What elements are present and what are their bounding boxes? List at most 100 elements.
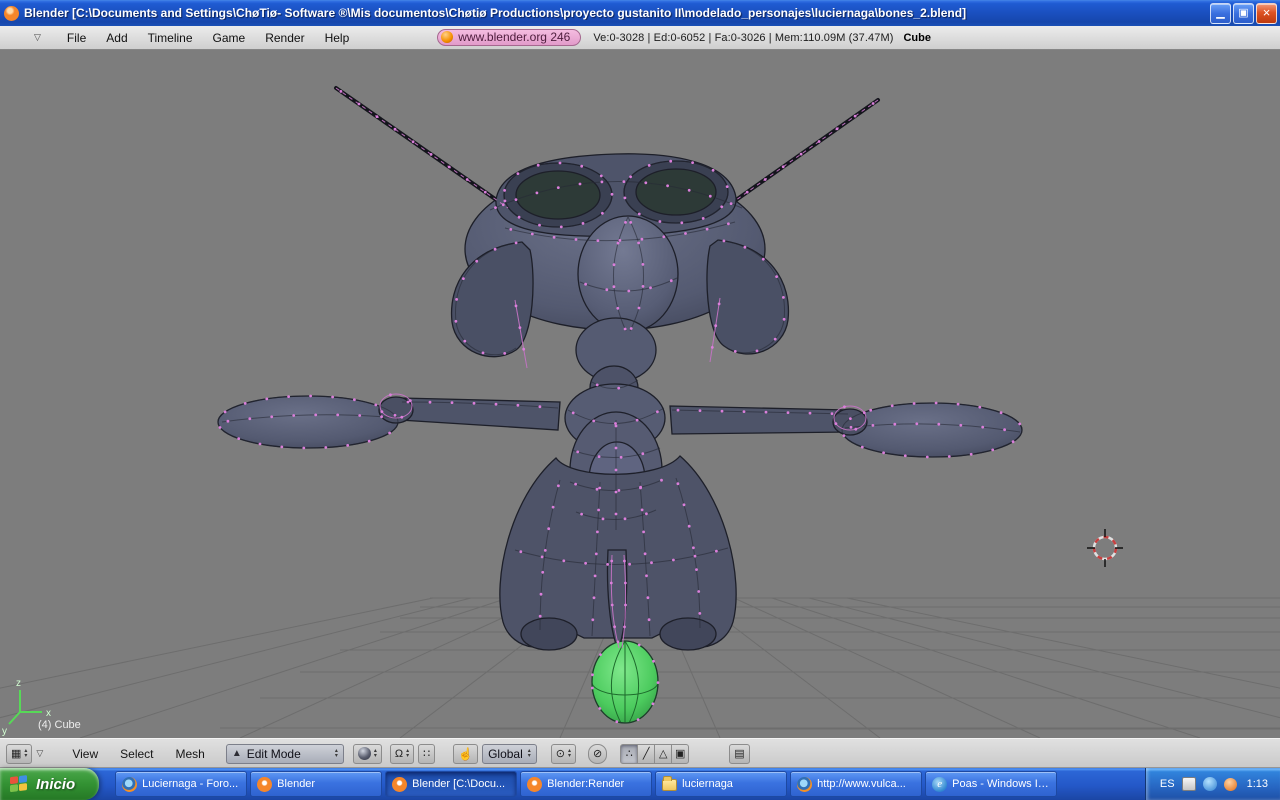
viewport-canvas: z x y (4) Cube <box>0 86 1280 738</box>
vertex-select-button[interactable]: ∴ <box>620 743 639 764</box>
blender-logo-icon <box>441 31 454 43</box>
taskbar-task-blender[interactable]: Blender <box>250 771 383 797</box>
axis-z-label: z <box>16 678 21 689</box>
menu-help[interactable]: Help <box>315 31 360 45</box>
blender-app-icon <box>4 5 19 21</box>
circle-widget-icon: ⊙ <box>555 748 565 760</box>
maximize-button[interactable]: ▣ <box>1233 2 1254 24</box>
update-tray-icon[interactable] <box>1223 777 1237 791</box>
proportional-edit-button[interactable]: Ω ▴ ▾ <box>389 743 415 764</box>
display-tray-icon[interactable] <box>1181 777 1196 791</box>
axis-x-label: x <box>46 708 51 719</box>
occlude-icon: ▣ <box>675 748 686 760</box>
foot-left <box>520 617 578 651</box>
header-collapse-icon[interactable]: ▽ <box>36 748 43 759</box>
taskbar-task-blender-render[interactable]: Blender:Render <box>520 771 653 797</box>
viewport-3d[interactable]: z x y (4) Cube <box>0 50 1280 738</box>
window-controls: ▁ ▣ × <box>1210 2 1277 24</box>
menu-file[interactable]: File <box>57 31 96 45</box>
active-object-label: (4) Cube <box>38 719 81 731</box>
orientation-dropdown[interactable]: Global ▴ ▾ <box>482 743 537 764</box>
snap-grid-icon: ∷ <box>423 748 431 760</box>
foot-right <box>659 617 717 651</box>
close-button[interactable]: × <box>1256 2 1277 24</box>
start-label: Inicio <box>36 775 76 793</box>
menu-view[interactable]: View <box>63 747 107 761</box>
taskbar-task-folder-luciernaga[interactable]: luciernaga <box>655 771 788 797</box>
draw-sphere-icon <box>357 747 371 760</box>
stepper-icon: ▴ ▾ <box>24 747 28 759</box>
magnet-icon: ⊘ <box>593 748 603 760</box>
taskbar-task-vulca-url[interactable]: http://www.vulca... <box>790 771 923 797</box>
menu-select[interactable]: Select <box>111 747 162 761</box>
version-badge-label: www.blender.org 246 <box>458 30 571 44</box>
windows-logo-icon <box>10 775 29 793</box>
edge-select-button[interactable]: ╱ <box>637 743 656 764</box>
taskbar-task-poas-ie[interactable]: e Poas - Windows In... <box>925 771 1058 797</box>
axis-y-label: y <box>2 726 7 737</box>
internet-explorer-icon: e <box>932 776 948 792</box>
draw-type-button[interactable]: ▴ ▾ <box>352 743 382 764</box>
manipulator-button[interactable]: ☝ <box>453 743 479 764</box>
menu-mesh[interactable]: Mesh <box>167 747 214 761</box>
window-titlebar: Blender [C:\Documents and Settings\ChøTi… <box>0 0 1280 26</box>
render-image-icon: ▤ <box>734 748 745 760</box>
character-mesh <box>217 86 1023 724</box>
menu-game[interactable]: Game <box>203 31 256 45</box>
menu-timeline[interactable]: Timeline <box>138 31 203 45</box>
language-indicator[interactable]: ES <box>1160 778 1175 790</box>
messenger-tray-icon[interactable] <box>1202 777 1217 791</box>
system-tray: ES 1:13 <box>1144 768 1280 800</box>
taskbar-task-luciernaga-foro[interactable]: Luciernaga - Foro... <box>115 771 248 797</box>
folder-icon <box>662 776 678 791</box>
firefox-icon <box>122 776 138 792</box>
stepper-icon: ▴ ▾ <box>334 747 338 759</box>
window-title: Blender [C:\Documents and Settings\ChøTi… <box>24 6 967 20</box>
blender-info-header: ▽ File Add Timeline Game Render Help www… <box>0 26 1280 50</box>
firefox-icon <box>797 776 813 792</box>
start-button[interactable]: Inicio <box>0 768 100 800</box>
arm-left <box>399 397 561 431</box>
hand-icon: ☝ <box>458 746 474 761</box>
header-pulldown-icon[interactable]: ▽ <box>34 32 41 43</box>
ear-right <box>706 239 790 355</box>
face-mode-icon: △ <box>658 748 668 760</box>
snap-magnet-button[interactable]: ⊘ <box>588 743 608 764</box>
stepper-icon: ▴ ▾ <box>406 747 410 759</box>
minimize-button[interactable]: ▁ <box>1210 2 1231 24</box>
select-mode-group: ∴ ╱ △ ▣ <box>620 743 690 764</box>
stepper-icon: ▴ ▾ <box>527 747 531 759</box>
scene-statistics: Ve:0-3028 | Ed:0-6052 | Fa:0-3026 | Mem:… <box>593 31 894 44</box>
edit-mode-icon: ▲ <box>231 748 242 759</box>
blender-icon <box>527 776 543 792</box>
editor-grid-icon: ▦ <box>11 748 22 760</box>
blender-icon <box>392 776 408 792</box>
clock: 1:13 <box>1246 778 1268 790</box>
menu-render[interactable]: Render <box>255 31 314 45</box>
nose <box>577 215 679 333</box>
proportional-icon: Ω <box>394 747 404 760</box>
active-object-name: Cube <box>903 31 931 44</box>
editor-type-button[interactable]: ▦ ▴ ▾ <box>6 743 33 764</box>
blender-icon <box>257 776 273 792</box>
mode-label: Edit Mode <box>246 746 301 761</box>
orientation-label: Global <box>488 746 523 761</box>
occlude-button[interactable]: ▣ <box>671 743 690 764</box>
edge-mode-icon: ╱ <box>642 748 650 760</box>
render-preview-button[interactable]: ▤ <box>729 743 750 764</box>
vertex-mode-icon: ∴ <box>625 748 633 760</box>
task-buttons: Luciernaga - Foro... Blender Blender [C:… <box>111 768 1145 800</box>
taskbar: Inicio Luciernaga - Foro... Blender Blen… <box>0 768 1280 800</box>
stepper-icon: ▴ ▾ <box>373 747 377 759</box>
face-select-button[interactable]: △ <box>654 743 673 764</box>
viewport-header: ▦ ▴ ▾ ▽ View Select Mesh ▲ Edit Mode ▴ ▾ ▴… <box>0 738 1280 768</box>
menu-add[interactable]: Add <box>96 31 137 45</box>
cursor-3d <box>1087 529 1123 567</box>
stepper-icon: ▴ ▾ <box>567 747 571 759</box>
mode-dropdown[interactable]: ▲ Edit Mode ▴ ▾ <box>225 743 344 764</box>
snap-mode-button[interactable]: ∷ <box>418 743 436 764</box>
blender-version-badge[interactable]: www.blender.org 246 <box>437 29 582 46</box>
taskbar-task-blender-file[interactable]: Blender [C:\Docu... <box>385 771 518 797</box>
widget-toggle-button[interactable]: ⊙ ▴ ▾ <box>550 743 576 764</box>
goggle-lens-right <box>635 168 717 216</box>
